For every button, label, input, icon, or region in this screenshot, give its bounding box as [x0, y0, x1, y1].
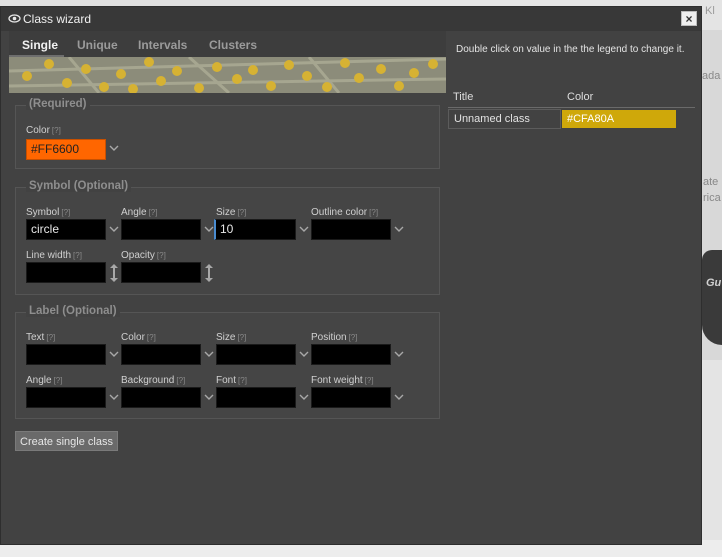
label-fieldset: Label (Optional) Text [?] Color [?] Size [?…	[15, 305, 440, 419]
chevron-down-icon[interactable]	[109, 351, 119, 361]
help-icon[interactable]: [?]	[349, 333, 358, 342]
help-icon[interactable]: [?]	[54, 376, 63, 385]
font-weight-label: Font weight [?]	[311, 375, 374, 386]
label-angle-label: Angle [?]	[26, 375, 63, 386]
chevron-down-icon[interactable]	[109, 226, 119, 236]
chevron-down-icon[interactable]	[394, 394, 404, 404]
legend-table-header: Title Color	[448, 89, 695, 108]
label-angle-select[interactable]	[26, 387, 106, 408]
tab-bar: Single Unique Intervals Clusters	[9, 31, 446, 57]
resize-vertical-icon[interactable]	[110, 264, 118, 282]
label-font-weight-select[interactable]	[311, 387, 391, 408]
symbol-fieldset: Symbol (Optional) Symbol [?] circle Angle…	[15, 180, 440, 295]
symbol-legend: Symbol (Optional)	[26, 180, 132, 192]
help-icon[interactable]: [?]	[237, 333, 246, 342]
help-icon[interactable]: [?]	[369, 208, 378, 217]
color-field[interactable]: #FF6600	[26, 139, 106, 160]
label-background-select[interactable]	[121, 387, 201, 408]
label-legend: Label (Optional)	[26, 305, 120, 317]
chevron-down-icon[interactable]	[204, 226, 214, 236]
map-label: ate	[703, 176, 719, 188]
chevron-down-icon[interactable]	[204, 394, 214, 404]
chevron-down-icon[interactable]	[394, 351, 404, 361]
help-icon[interactable]: [?]	[52, 126, 61, 135]
angle-select[interactable]	[121, 219, 201, 240]
help-icon[interactable]: [?]	[149, 208, 158, 217]
symbol-select[interactable]: circle	[26, 219, 106, 240]
tab-unique[interactable]: Unique	[77, 38, 118, 52]
chevron-down-icon[interactable]	[299, 351, 309, 361]
legend-hint: Double click on value in the the legend …	[456, 44, 685, 55]
tab-clusters[interactable]: Clusters	[209, 38, 257, 52]
map-label: ada	[702, 70, 721, 82]
map-label: Gu	[706, 277, 722, 289]
class-title-cell[interactable]: Unnamed class	[448, 109, 561, 129]
tab-intervals[interactable]: Intervals	[138, 38, 187, 52]
symbol-label: Symbol [?]	[26, 207, 71, 218]
close-button[interactable]: ×	[681, 11, 697, 26]
label-size-select[interactable]	[216, 344, 296, 365]
label-position-select[interactable]	[311, 344, 391, 365]
color-label: Color [?]	[26, 125, 61, 136]
help-icon[interactable]: [?]	[238, 376, 247, 385]
label-text-select[interactable]	[26, 344, 106, 365]
column-header-title: Title	[453, 91, 474, 103]
label-color-select[interactable]	[121, 344, 201, 365]
map-label: rica	[703, 192, 721, 204]
label-font-select[interactable]	[216, 387, 296, 408]
size-label: Size [?]	[216, 207, 247, 218]
opacity-input[interactable]	[121, 262, 201, 283]
outline-color-label: Outline color [?]	[311, 207, 379, 218]
help-icon[interactable]: [?]	[365, 376, 374, 385]
help-icon[interactable]: [?]	[46, 333, 55, 342]
class-wizard-dialog: Class wizard × Single Unique Intervals C…	[0, 6, 702, 545]
outline-color-select[interactable]	[311, 219, 391, 240]
font-label: Font [?]	[216, 375, 247, 386]
chevron-down-icon[interactable]	[299, 226, 309, 236]
wizard-form-panel: Single Unique Intervals Clusters (Requir…	[9, 31, 446, 536]
angle-label: Angle [?]	[121, 207, 158, 218]
resize-vertical-icon[interactable]	[205, 264, 213, 282]
dialog-title: Class wizard	[23, 12, 92, 26]
dialog-titlebar[interactable]: Class wizard ×	[1, 7, 701, 31]
size-input[interactable]: 10	[214, 219, 296, 240]
eye-icon	[8, 12, 21, 25]
chevron-down-icon[interactable]	[299, 394, 309, 404]
tab-single[interactable]: Single	[22, 38, 58, 52]
required-legend: (Required)	[26, 98, 90, 110]
help-icon[interactable]: [?]	[176, 376, 185, 385]
line-width-label: Line width [?]	[26, 250, 82, 261]
help-icon[interactable]: [?]	[73, 251, 82, 260]
help-icon[interactable]: [?]	[157, 251, 166, 260]
line-width-input[interactable]	[26, 262, 106, 283]
table-row[interactable]: Unnamed class #CFA80A	[448, 109, 695, 129]
chevron-down-icon[interactable]	[109, 145, 119, 155]
opacity-label: Opacity [?]	[121, 250, 166, 261]
chevron-down-icon[interactable]	[394, 226, 404, 236]
help-icon[interactable]: [?]	[237, 208, 246, 217]
active-tab-indicator	[9, 55, 64, 57]
background-label: Background [?]	[121, 375, 186, 386]
chevron-down-icon[interactable]	[204, 351, 214, 361]
help-icon[interactable]: [?]	[61, 208, 70, 217]
chevron-down-icon[interactable]	[109, 394, 119, 404]
tabs-header: Single Unique Intervals Clusters	[9, 31, 446, 93]
help-icon[interactable]: [?]	[147, 333, 156, 342]
class-color-cell[interactable]: #CFA80A	[562, 110, 676, 128]
create-single-class-button[interactable]: Create single class	[15, 431, 118, 451]
text-label: Text [?]	[26, 332, 56, 343]
column-header-color: Color	[567, 91, 594, 103]
required-fieldset: (Required) Color [?] #FF6600	[15, 98, 440, 169]
position-label: Position [?]	[311, 332, 358, 343]
map-label: Kl	[705, 5, 715, 17]
label-color-label: Color [?]	[121, 332, 156, 343]
label-size-label: Size [?]	[216, 332, 247, 343]
map-landmass	[702, 250, 722, 345]
